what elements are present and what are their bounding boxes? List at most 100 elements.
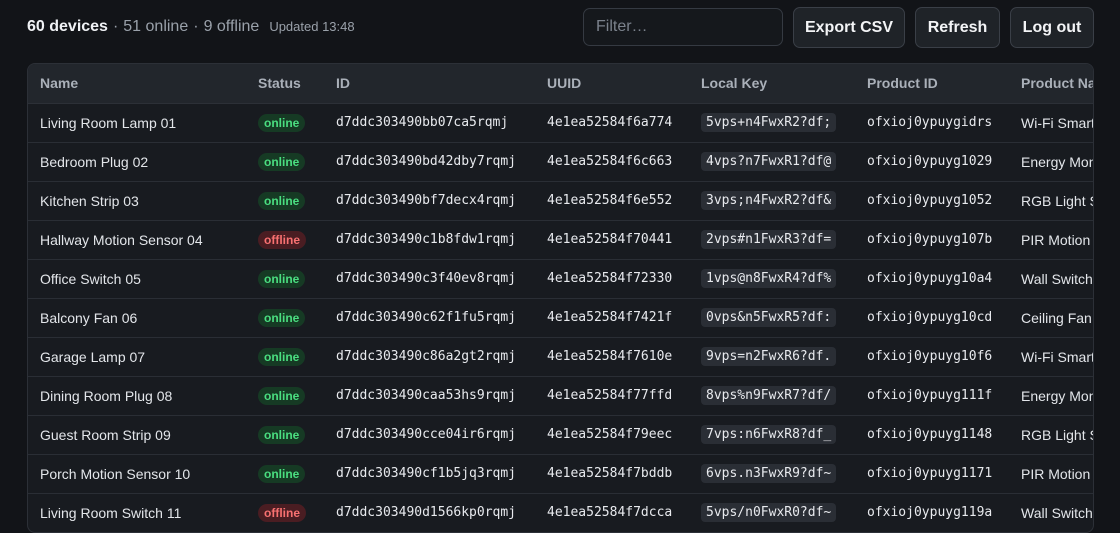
table-row[interactable]: Office Switch 05 online d7ddc303490c3f40ev… [28,259,1093,298]
uuid-cell: 4e1ea52584f77ffd [547,388,673,403]
offline-count: 9 offline [203,18,260,35]
column-header-product-id[interactable]: Product ID [855,64,1009,104]
device-name-cell: Living Room Lamp 01 [40,114,177,131]
product-id-cell: ofxioj0ypuyg111f [867,388,993,403]
table-body: Living Room Lamp 01 online d7ddc303490bb07… [28,103,1094,532]
product-id-cell: ofxioj0ypuyg1171 [867,466,993,481]
local-key-cell: 6vps.n3FwxR9?df~ [689,454,855,493]
table-row[interactable]: Garage Lamp 07 online d7ddc303490c86a2gt2r… [28,337,1093,376]
table-row[interactable]: Porch Motion Sensor 10 online d7ddc303490c… [28,454,1093,493]
status-badge: offline [258,503,306,522]
device-id-cell: d7ddc303490c62f1fu5rqmj [336,310,517,325]
device-id-cell: d7ddc303490d1566kp0rqmj [336,505,517,520]
product-name-cell: Wall Switch [1021,270,1093,287]
filter-input[interactable] [583,8,783,46]
product-name-cell: Wall Switch [1021,504,1093,521]
table-row[interactable]: Balcony Fan 06 online d7ddc303490c62f1fu5r… [28,298,1093,337]
product-id-cell: ofxioj0ypuyg10f6 [867,349,993,364]
table-row[interactable]: Hallway Motion Sensor 04 offline d7ddc3034… [28,220,1093,259]
column-header-status[interactable]: Status [246,64,324,104]
local-key-cell: 3vps;n4FwxR2?df& [689,181,855,220]
status-cell: online [246,337,324,376]
local-key-value: 9vps=n2FwxR6?df. [701,347,837,366]
product-id-cell: ofxioj0ypuyg1052 [867,193,993,208]
product-name-cell: Energy Monitor Plug [1021,153,1094,170]
separator-dot: · [193,18,199,35]
device-name-cell: Living Room Switch 11 [40,504,182,521]
status-badge: online [258,308,306,327]
local-key-cell: 7vps:n6FwxR8?df_ [689,415,855,454]
local-key-cell: 8vps%n9FwxR7?df/ [689,376,855,415]
table-row[interactable]: Guest Room Strip 09 online d7ddc303490cce0… [28,415,1093,454]
device-name-cell: Balcony Fan 06 [40,309,138,326]
status-cell: online [246,298,324,337]
table-row[interactable]: Dining Room Plug 08 online d7ddc303490caa5… [28,376,1093,415]
local-key-value: 8vps%n9FwxR7?df/ [701,386,837,405]
status-cell: online [246,259,324,298]
top-bar: 60 devices · 51 online · 9 offline Updat… [0,0,1120,64]
online-count: 51 online [123,18,189,35]
status-cell: online [246,103,324,142]
device-id-cell: d7ddc303490bb07ca5rqmj [336,115,509,130]
device-name-cell: Garage Lamp 07 [40,348,146,365]
status-cell: offline [246,220,324,259]
device-name-cell: Hallway Motion Sensor 04 [40,231,203,248]
column-header-name[interactable]: Name [28,64,246,104]
local-key-cell: 0vps&n5FwxR5?df: [689,298,855,337]
product-id-cell: ofxioj0ypuyg10a4 [867,271,993,286]
column-header-product-name[interactable]: Product Name [1009,64,1093,104]
device-id-cell: d7ddc303490c3f40ev8rqmj [336,271,517,286]
local-key-value: 5vps/n0FwxR0?df~ [701,503,837,522]
local-key-value: 6vps.n3FwxR9?df~ [701,464,837,483]
product-name-cell: Ceiling Fan [1021,309,1092,326]
table-row[interactable]: Living Room Switch 11 offline d7ddc303490d… [28,493,1093,532]
device-id-cell: d7ddc303490cce04ir6rqmj [336,427,517,442]
uuid-cell: 4e1ea52584f79eec [547,427,673,442]
uuid-cell: 4e1ea52584f7dcca [547,505,673,520]
device-summary: 60 devices · 51 online · 9 offline Updat… [27,18,355,36]
updated-timestamp: Updated 13:48 [269,19,355,34]
product-id-cell: ofxioj0ypuyg119a [867,505,993,520]
status-badge: online [258,269,306,288]
device-id-cell: d7ddc303490c1b8fdw1rqmj [336,232,517,247]
column-header-id[interactable]: ID [324,64,535,104]
device-id-cell: d7ddc303490bf7decx4rqmj [336,193,517,208]
device-name-cell: Porch Motion Sensor 10 [40,465,191,482]
status-cell: online [246,376,324,415]
status-badge: online [258,113,306,132]
table-row[interactable]: Kitchen Strip 03 online d7ddc303490bf7decx… [28,181,1093,220]
local-key-cell: 5vps+n4FwxR2?df; [689,103,855,142]
product-name-cell: Wi-Fi Smart Bulb [1021,114,1094,131]
separator-dot: · [112,18,119,35]
table-row[interactable]: Bedroom Plug 02 online d7ddc303490bd42dby7… [28,142,1094,181]
local-key-value: 0vps&n5FwxR5?df: [701,308,837,327]
status-cell: online [246,181,324,220]
product-id-cell: ofxioj0ypuyg1029 [867,154,993,169]
uuid-cell: 4e1ea52584f7421f [547,310,673,325]
column-header-local-key[interactable]: Local Key [689,64,855,104]
local-key-value: 3vps;n4FwxR2?df& [701,191,837,210]
column-header-uuid[interactable]: UUID [535,64,689,104]
product-name-cell: RGB Light Strip [1021,192,1093,209]
export-csv-button[interactable]: Export CSV [793,7,905,48]
device-id-cell: d7ddc303490bd42dby7rqmj [336,154,517,169]
local-key-value: 4vps?n7FwxR1?df@ [701,152,837,171]
product-name-cell: PIR Motion Sensor [1021,465,1093,482]
product-name-cell: PIR Motion Sensor [1021,231,1093,248]
logout-button[interactable]: Log out [1010,7,1094,48]
devices-table: Name Status ID UUID Local Key Product ID… [28,64,1094,532]
device-name-cell: Guest Room Strip 09 [40,426,171,443]
status-cell: offline [246,493,324,532]
refresh-button[interactable]: Refresh [915,7,1000,48]
table-row[interactable]: Living Room Lamp 01 online d7ddc303490bb07… [28,103,1094,142]
devices-table-container[interactable]: Name Status ID UUID Local Key Product ID… [27,63,1094,533]
uuid-cell: 4e1ea52584f7bddb [547,466,673,481]
local-key-cell: 2vps#n1FwxR3?df= [689,220,855,259]
product-id-cell: ofxioj0ypuyg10cd [867,310,993,325]
uuid-cell: 4e1ea52584f6c663 [547,154,673,169]
status-badge: online [258,191,306,210]
status-cell: online [246,415,324,454]
local-key-value: 2vps#n1FwxR3?df= [701,230,837,249]
uuid-cell: 4e1ea52584f7610e [547,349,673,364]
uuid-cell: 4e1ea52584f70441 [547,232,673,247]
